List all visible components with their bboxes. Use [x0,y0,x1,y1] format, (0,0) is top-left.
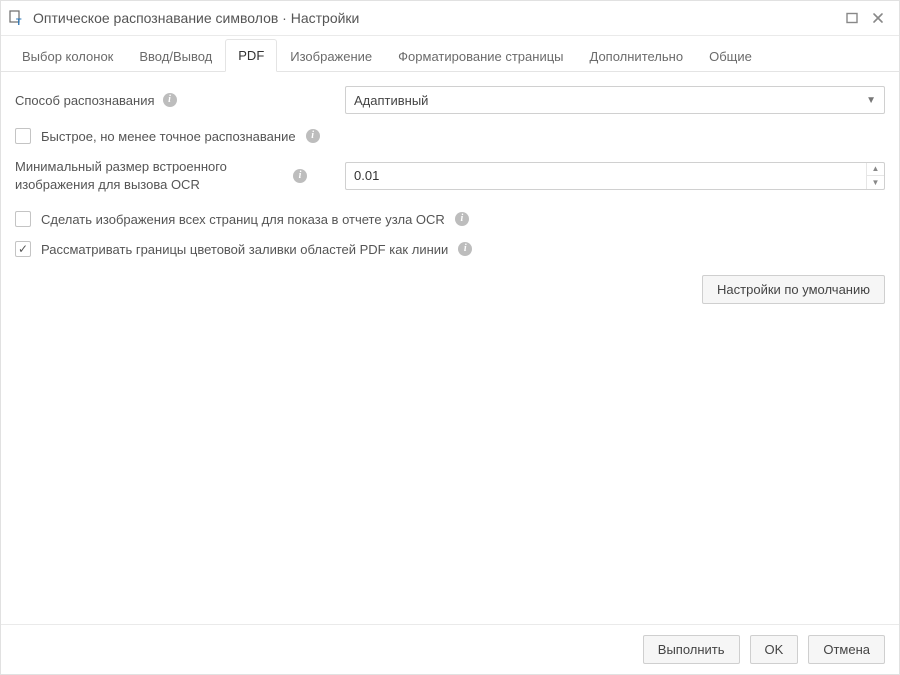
info-icon[interactable]: i [306,129,320,143]
fast-recognition-checkbox[interactable] [15,128,31,144]
titlebar: T Оптическое распознавание символов · На… [1,1,899,36]
make-all-pages-images-checkbox[interactable] [15,211,31,227]
info-icon[interactable]: i [293,169,307,183]
min-image-size-value[interactable]: 0.01 [346,163,866,189]
execute-button[interactable]: Выполнить [643,635,740,664]
treat-fill-borders-row: Рассматривать границы цветовой заливки о… [15,241,885,257]
cancel-button[interactable]: Отмена [808,635,885,664]
recognition-mode-select[interactable]: Адаптивный ▼ [345,86,885,114]
treat-fill-borders-label: Рассматривать границы цветовой заливки о… [41,242,448,257]
chevron-down-icon: ▼ [866,95,876,106]
fast-recognition-label: Быстрое, но менее точное распознавание [41,129,296,144]
tab-general[interactable]: Общие [696,40,765,72]
tab-advanced[interactable]: Дополнительно [577,40,697,72]
app-icon: T [9,10,25,26]
fast-recognition-row: Быстрое, но менее точное распознавание i [15,128,885,144]
treat-fill-borders-checkbox[interactable] [15,241,31,257]
tab-page-format[interactable]: Форматирование страницы [385,40,576,72]
spinner-up-icon[interactable]: ▲ [867,163,884,176]
dialog-footer: Выполнить OK Отмена [1,624,899,674]
maximize-icon[interactable] [841,7,863,29]
min-image-size-label: Минимальный размер встроенного изображен… [15,158,285,193]
defaults-button[interactable]: Настройки по умолчанию [702,275,885,304]
recognition-mode-value: Адаптивный [354,93,428,108]
recognition-mode-row: Способ распознавания i Адаптивный ▼ [15,86,885,114]
settings-dialog: T Оптическое распознавание символов · На… [0,0,900,675]
recognition-mode-label: Способ распознавания [15,93,155,108]
make-all-pages-images-label: Сделать изображения всех страниц для пок… [41,212,445,227]
tab-io[interactable]: Ввод/Вывод [126,40,225,72]
tab-bar: Выбор колонок Ввод/Вывод PDF Изображение… [1,36,899,72]
min-image-size-row: Минимальный размер встроенного изображен… [15,158,885,193]
svg-text:T: T [16,17,22,26]
window-title: Оптическое распознавание символов · Наст… [33,10,837,26]
tab-columns[interactable]: Выбор колонок [9,40,126,72]
info-icon[interactable]: i [163,93,177,107]
tab-pdf[interactable]: PDF [225,39,277,72]
min-image-size-spinner[interactable]: 0.01 ▲ ▼ [345,162,885,190]
tab-image[interactable]: Изображение [277,40,385,72]
tab-content: Способ распознавания i Адаптивный ▼ Быст… [1,72,899,624]
info-icon[interactable]: i [458,242,472,256]
spinner-down-icon[interactable]: ▼ [867,176,884,189]
ok-button[interactable]: OK [750,635,799,664]
make-all-pages-images-row: Сделать изображения всех страниц для пок… [15,211,885,227]
info-icon[interactable]: i [455,212,469,226]
close-icon[interactable] [867,7,889,29]
